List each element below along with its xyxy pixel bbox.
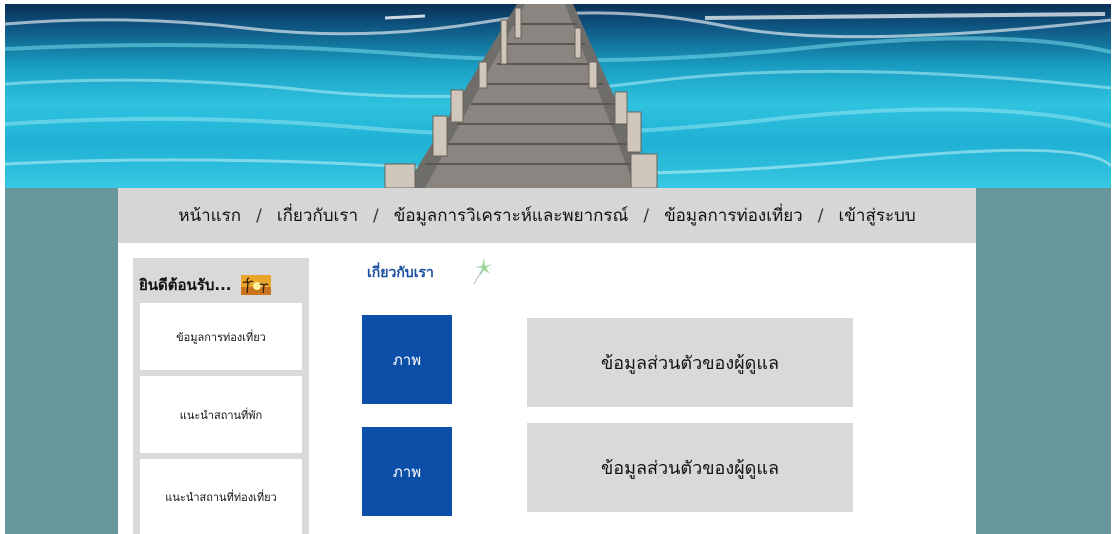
nav-separator: / (643, 205, 650, 226)
welcome-text: ยินดีต้อนรับ... (139, 276, 232, 294)
admin-photo: ภาพ (362, 427, 452, 516)
main-nav: หน้าแรก / เกี่ยวกับเรา / ข้อมูลการวิเครา… (118, 188, 976, 243)
nav-analysis-forecast[interactable]: ข้อมูลการวิเคราะห์และพยากรณ์ (392, 202, 631, 229)
hero-banner (5, 4, 1111, 188)
nav-separator: / (817, 205, 824, 226)
sidebar-item-accommodation[interactable]: แนะนำสถานที่พัก (140, 376, 302, 453)
nav-separator: / (256, 205, 262, 226)
admin-photo: ภาพ (362, 315, 452, 404)
sparkle-icon (470, 256, 496, 286)
pier-illustration (5, 4, 1111, 188)
sidebar: ยินดีต้อนรับ... ข้อมูลการท่องเที่ยว แนะน… (133, 258, 309, 534)
nav-travel-info[interactable]: ข้อมูลการท่องเที่ยว (662, 202, 805, 229)
nav-login[interactable]: เข้าสู่ระบบ (836, 202, 917, 229)
nav-separator: / (373, 205, 379, 226)
admin-info-box: ข้อมูลส่วนตัวของผู้ดูแล (527, 318, 853, 407)
nav-home[interactable]: หน้าแรก (176, 202, 243, 229)
admin-info-box: ข้อมูลส่วนตัวของผู้ดูแล (527, 423, 853, 512)
sidebar-header: ยินดีต้อนรับ... (139, 272, 272, 298)
beach-sunset-icon (241, 275, 272, 295)
sidebar-item-attractions[interactable]: แนะนำสถานที่ท่องเที่ยว (140, 459, 302, 534)
section-title: เกี่ยวกับเรา (367, 265, 434, 281)
sidebar-item-travel-info[interactable]: ข้อมูลการท่องเที่ยว (140, 303, 302, 370)
nav-about[interactable]: เกี่ยวกับเรา (275, 202, 360, 229)
